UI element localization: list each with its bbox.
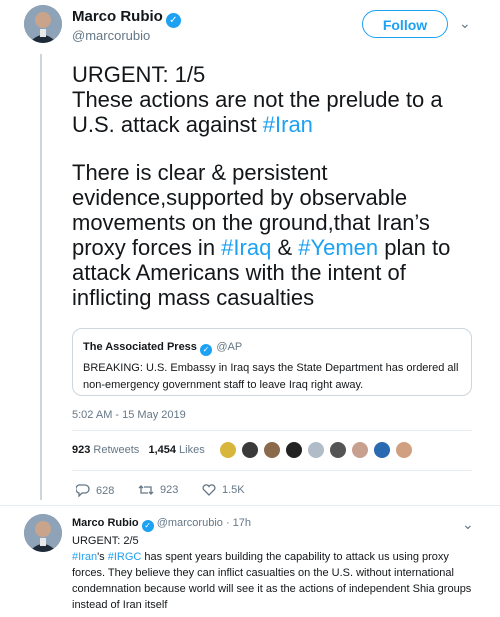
- quoted-author-row: The Associated Press ✓ @AP: [83, 337, 461, 356]
- hashtag-link[interactable]: #Yemen: [298, 235, 378, 260]
- author-name-row: Marco Rubio ✓: [72, 8, 181, 28]
- like-count: 1.5K: [222, 484, 245, 496]
- tweet-line: attack Americans with the intent of: [72, 260, 406, 285]
- timestamp[interactable]: 5:02 AM - 15 May 2019: [72, 409, 186, 421]
- tweet-text-segment: plan to: [378, 235, 451, 260]
- follow-button[interactable]: Follow: [362, 10, 448, 38]
- liker-avatar[interactable]: [396, 442, 412, 458]
- author-handle[interactable]: @marcorubio: [72, 28, 150, 43]
- action-bar: 628 923 1.5K: [0, 484, 500, 504]
- quoted-tweet[interactable]: The Associated Press ✓ @AP BREAKING: U.S.…: [72, 328, 472, 396]
- retweets-label[interactable]: Retweets: [93, 444, 139, 456]
- chevron-down-icon[interactable]: ⌄: [462, 516, 474, 533]
- reply-author-name[interactable]: Marco Rubio: [72, 517, 139, 529]
- liker-avatar[interactable]: [330, 442, 346, 458]
- tweet-line: URGENT: 1/5: [72, 62, 206, 87]
- retweets-count[interactable]: 923: [72, 444, 90, 456]
- tweet-line: proxy forces in #Iraq & #Yemen plan to: [72, 235, 482, 260]
- author-name[interactable]: Marco Rubio: [72, 8, 163, 25]
- tweet-text-segment: U.S. attack against: [72, 112, 263, 137]
- heart-icon: [202, 484, 216, 496]
- verified-icon: ✓: [141, 520, 154, 532]
- tweet-line: inflicting mass casualties: [72, 285, 315, 310]
- retweet-count: 923: [160, 484, 179, 496]
- liker-avatar[interactable]: [264, 442, 280, 458]
- reply-text: URGENT: 2/5 #Iran's #IRGC has spent year…: [72, 533, 482, 613]
- hashtag-link[interactable]: #Iraq: [221, 235, 271, 260]
- reply-button[interactable]: 628: [76, 484, 114, 497]
- divider: [72, 430, 472, 431]
- tweet-text-segment: proxy forces in: [72, 235, 222, 260]
- tweet-line: U.S. attack against #Iran: [72, 112, 482, 137]
- divider: [72, 470, 472, 471]
- quoted-text: BREAKING: U.S. Embassy in Iraq says the …: [83, 362, 459, 391]
- reply-time[interactable]: · 17h: [226, 517, 251, 529]
- liker-avatars: [220, 442, 412, 458]
- reply-line: URGENT: 2/5: [72, 535, 139, 547]
- verified-icon: ✓: [165, 13, 181, 28]
- reply-avatar[interactable]: [24, 514, 62, 552]
- engagement-stats: 923 Retweets 1,454 Likes: [72, 444, 205, 456]
- liker-avatar[interactable]: [286, 442, 302, 458]
- quoted-author-handle: @AP: [216, 341, 243, 353]
- reply-body: #Iran's #IRGC has spent years building t…: [72, 549, 482, 613]
- like-button[interactable]: 1.5K: [202, 484, 245, 496]
- liker-avatar[interactable]: [242, 442, 258, 458]
- retweet-icon: [138, 485, 154, 495]
- reply-text-segment: 's: [97, 551, 108, 563]
- tweet-line: evidence,supported by observable: [72, 185, 408, 210]
- reply-author-handle[interactable]: @marcorubio: [157, 517, 223, 529]
- retweet-button[interactable]: 923: [138, 484, 178, 496]
- tweet-text: URGENT: 1/5 These actions are not the pr…: [72, 62, 482, 137]
- likes-count[interactable]: 1,454: [148, 444, 176, 456]
- reply-count: 628: [96, 484, 115, 497]
- liker-avatar[interactable]: [220, 442, 236, 458]
- chevron-down-icon[interactable]: ⌄: [459, 15, 471, 32]
- verified-icon: ✓: [199, 344, 212, 356]
- liker-avatar[interactable]: [352, 442, 368, 458]
- tweet-line: There is clear & persistent: [72, 160, 328, 185]
- quoted-author-name: The Associated Press: [83, 341, 197, 353]
- likes-label[interactable]: Likes: [179, 444, 205, 456]
- reply-icon: [76, 484, 90, 497]
- liker-avatar[interactable]: [374, 442, 390, 458]
- tweet-text-segment: &: [271, 235, 299, 260]
- divider: [0, 505, 500, 506]
- hashtag-link[interactable]: #Iran: [263, 112, 313, 137]
- liker-avatar[interactable]: [308, 442, 324, 458]
- hashtag-link[interactable]: #IRGC: [108, 551, 142, 563]
- tweet-text-para2: There is clear & persistent evidence,sup…: [72, 160, 482, 310]
- reply-header: Marco Rubio ✓ @marcorubio · 17h: [72, 517, 251, 532]
- avatar[interactable]: [24, 5, 62, 43]
- tweet-line: movements on the ground,that Iran’s: [72, 210, 430, 235]
- tweet-line: These actions are not the prelude to a: [72, 87, 443, 112]
- hashtag-link[interactable]: #Iran: [72, 551, 97, 563]
- thread-line: [40, 54, 42, 500]
